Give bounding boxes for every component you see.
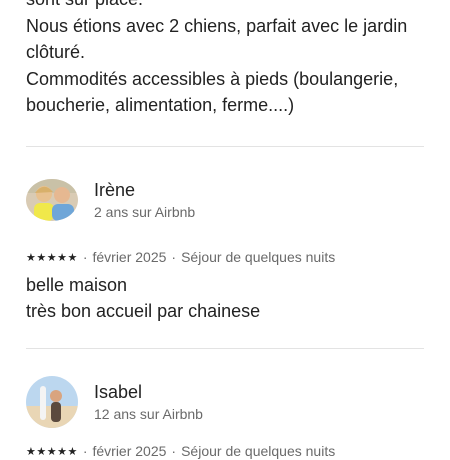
review-line: belle maison	[26, 275, 128, 295]
avatar-photo-icon	[26, 179, 78, 221]
separator-dot: ·	[82, 249, 88, 265]
star-rating-icon: ★★★★★	[26, 251, 78, 264]
stay-type: Séjour de quelques nuits	[181, 249, 336, 265]
review-date: février 2025	[92, 443, 167, 459]
reviewer-header: Irène 2 ans sur Airbnb	[26, 178, 436, 222]
review-body: belle maison très bon accueil par chaine…	[26, 272, 436, 324]
rating-line: ★★★★★ · février 2025 · Séjour de quelque…	[26, 248, 436, 266]
separator-dot: ·	[171, 249, 177, 265]
review-line: Nous étions avec 2 chiens, parfait avec …	[26, 15, 408, 36]
reviewer-name: Irène	[94, 179, 136, 200]
review-line: boucherie, alimentation, ferme....)	[26, 95, 295, 115]
reviewer-header: Isabel 12 ans sur Airbnb	[26, 376, 436, 428]
reviewer-name: Isabel	[94, 381, 143, 402]
star-rating-icon: ★★★★★	[26, 445, 78, 458]
review-line: très bon accueil par chainese	[26, 301, 261, 321]
divider	[26, 348, 424, 349]
review-line: Commodités accessibles à pieds (boulange…	[26, 68, 399, 89]
review-line: clôturé.	[26, 42, 86, 62]
review-date: février 2025	[92, 249, 167, 265]
avatar[interactable]	[26, 179, 78, 221]
review-card: Irène 2 ans sur Airbnb ★★★★★ · février 2…	[26, 178, 436, 324]
previous-review-text: sont sur place. Nous étions avec 2 chien…	[26, 0, 436, 119]
reviewer-tenure: 12 ans sur Airbnb	[94, 405, 203, 422]
reviewer-tenure: 2 ans sur Airbnb	[94, 203, 196, 220]
separator-dot: ·	[82, 443, 88, 459]
separator-dot: ·	[171, 443, 177, 459]
review-line: sont sur place.	[26, 0, 436, 13]
review-card: Isabel 12 ans sur Airbnb ★★★★★ · février…	[26, 376, 436, 460]
rating-line: ★★★★★ · février 2025 · Séjour de quelque…	[26, 442, 436, 460]
stay-type: Séjour de quelques nuits	[181, 443, 336, 459]
avatar[interactable]	[26, 376, 78, 428]
avatar-photo-icon	[26, 376, 78, 428]
divider	[26, 146, 424, 147]
